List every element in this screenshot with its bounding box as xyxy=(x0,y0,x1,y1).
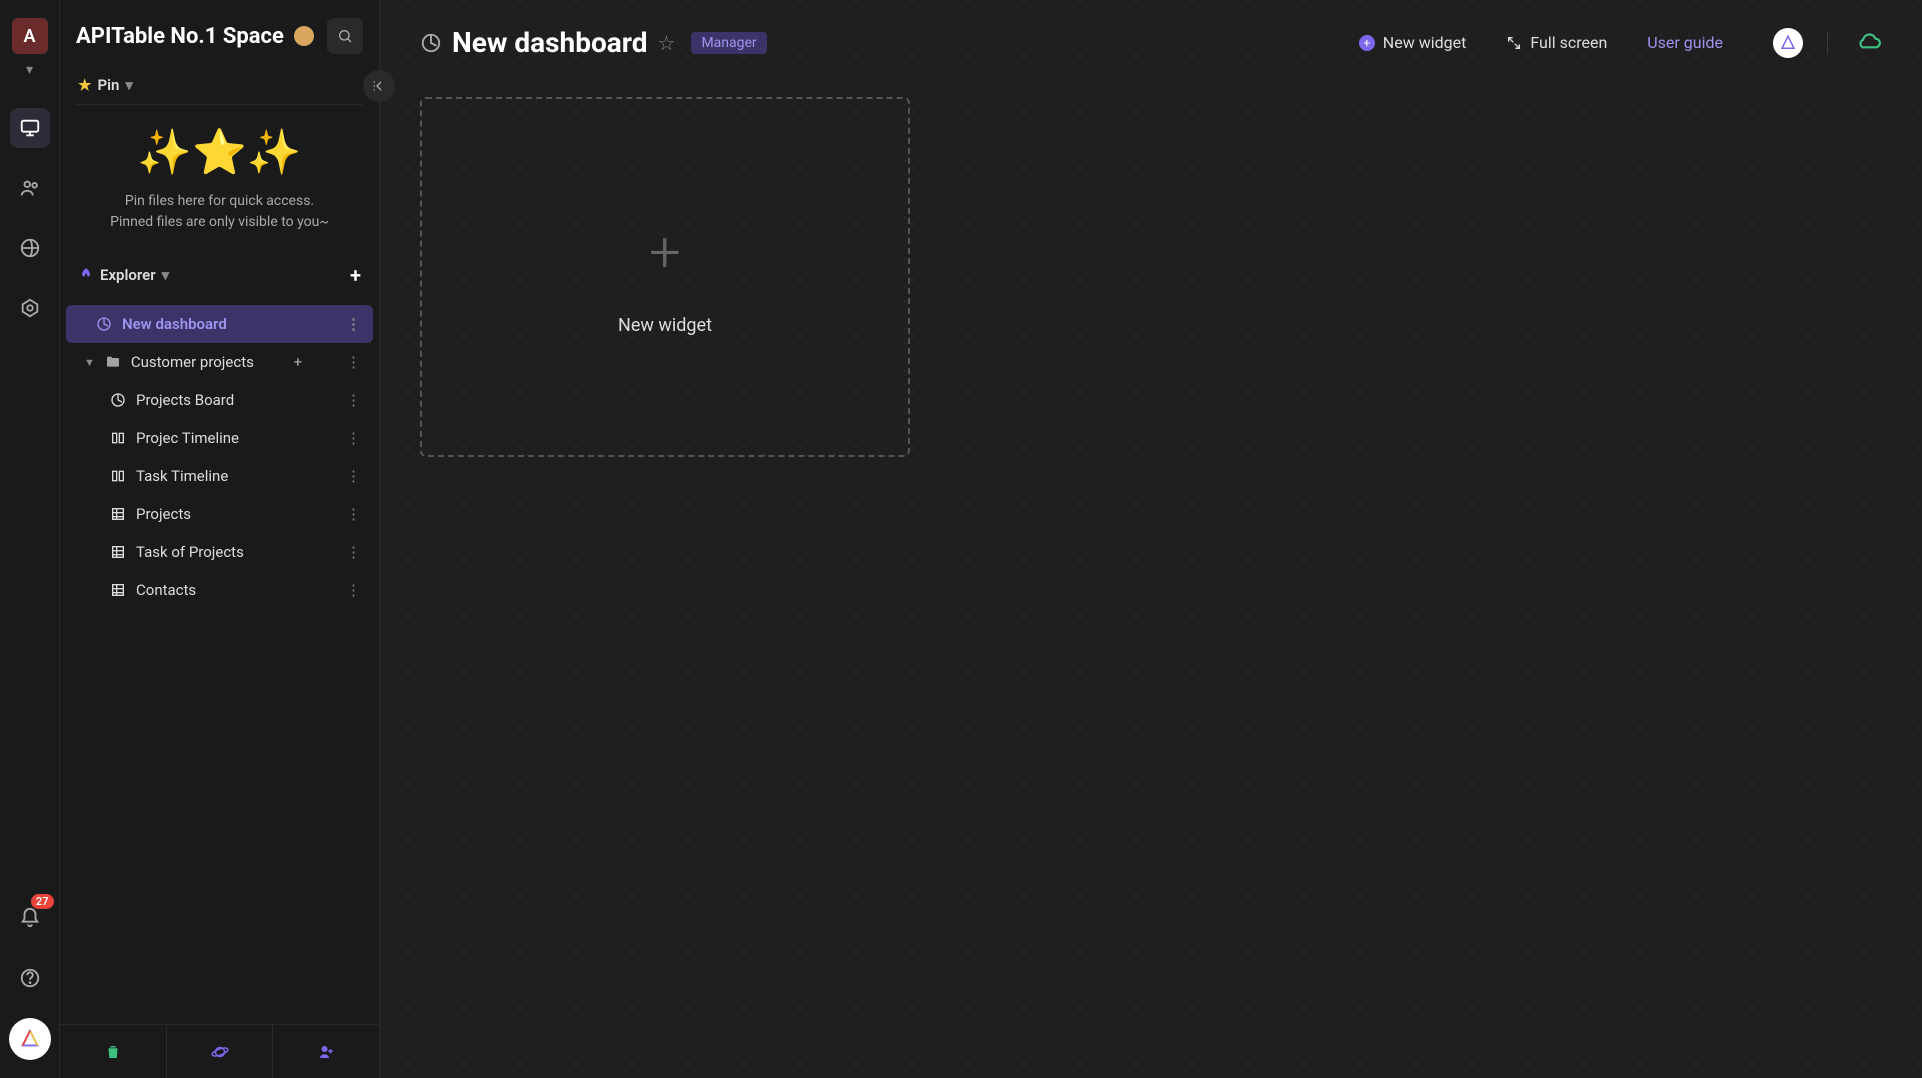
nav-settings-icon[interactable] xyxy=(10,288,50,328)
page-title[interactable]: New dashboard xyxy=(452,26,648,59)
file-tree: New dashboard ⋮ ▼ Customer projects + ⋮ … xyxy=(60,297,379,617)
pin-empty-line2: Pinned files are only visible to you~ xyxy=(80,212,359,233)
action-label: Full screen xyxy=(1530,33,1607,52)
expand-icon xyxy=(1506,35,1522,51)
invite-button[interactable] xyxy=(273,1025,379,1078)
dashboard-icon xyxy=(96,316,112,332)
explorer-section-header[interactable]: Explorer ▾ + xyxy=(60,253,379,297)
explorer-label: Explorer xyxy=(100,266,156,284)
more-icon[interactable]: ⋮ xyxy=(346,391,361,409)
nav-templates-icon[interactable] xyxy=(10,228,50,268)
plus-icon: + xyxy=(1359,35,1375,51)
planet-button[interactable] xyxy=(167,1025,274,1078)
plus-icon: + xyxy=(649,219,681,285)
tree-item-label: Contacts xyxy=(136,581,196,599)
fullscreen-button[interactable]: Full screen xyxy=(1506,33,1607,52)
main-area: New dashboard ☆ Manager + New widget Ful… xyxy=(380,0,1922,1078)
placeholder-label: New widget xyxy=(618,315,712,336)
pin-empty-line1: Pin files here for quick access. xyxy=(80,191,359,212)
favorite-star-icon[interactable]: ☆ xyxy=(658,31,676,55)
pin-label: Pin xyxy=(97,76,119,94)
tree-folder-customer-projects[interactable]: ▼ Customer projects + ⋮ xyxy=(66,343,373,381)
trash-button[interactable] xyxy=(60,1025,167,1078)
add-widget-placeholder[interactable]: + New widget xyxy=(420,97,910,457)
add-node-button[interactable]: + xyxy=(350,263,361,287)
more-icon[interactable]: ⋮ xyxy=(346,429,361,447)
notifications-button[interactable]: 27 xyxy=(10,898,50,938)
grid-icon xyxy=(110,582,126,598)
chevron-down-icon: ▼ xyxy=(84,356,95,369)
role-tag: Manager xyxy=(691,32,766,54)
nav-contacts-icon[interactable] xyxy=(10,168,50,208)
action-label: User guide xyxy=(1647,33,1723,52)
grid-icon xyxy=(110,506,126,522)
tree-item-new-dashboard[interactable]: New dashboard ⋮ xyxy=(66,305,373,343)
tree-item[interactable]: Task Timeline ⋮ xyxy=(66,457,373,495)
workspace-switch-chevron-icon[interactable]: ▾ xyxy=(26,62,33,78)
star-sparkle-icon: ✨⭐✨ xyxy=(80,119,359,185)
pin-empty-state: ✨⭐✨ Pin files here for quick access. Pin… xyxy=(60,105,379,253)
workspace-avatar[interactable]: A xyxy=(12,18,48,54)
app-rail: A ▾ 27 xyxy=(0,0,60,1078)
star-icon: ★ xyxy=(78,76,91,94)
timeline-icon xyxy=(110,430,126,446)
add-child-button[interactable]: + xyxy=(294,353,303,371)
folder-icon xyxy=(105,354,121,370)
workspace-plan-badge-icon xyxy=(294,26,314,46)
help-icon[interactable] xyxy=(10,958,50,998)
workspace-title: APITable No.1 Space xyxy=(76,24,284,49)
tree-item-label: Task of Projects xyxy=(136,543,244,561)
sidebar-footer xyxy=(60,1024,379,1078)
nav-workbench-icon[interactable] xyxy=(10,108,50,148)
more-icon[interactable]: ⋮ xyxy=(346,505,361,523)
sidebar: APITable No.1 Space ★ Pin ▾ ✨⭐✨ Pin file… xyxy=(60,0,380,1078)
timeline-icon xyxy=(110,468,126,484)
user-avatar[interactable] xyxy=(1773,28,1803,58)
more-icon[interactable]: ⋮ xyxy=(346,467,361,485)
dashboard-icon xyxy=(110,392,126,408)
collapse-sidebar-button[interactable] xyxy=(363,70,395,102)
rocket-icon xyxy=(78,267,94,283)
tree-item[interactable]: Contacts ⋮ xyxy=(66,571,373,609)
main-header: New dashboard ☆ Manager + New widget Ful… xyxy=(380,0,1922,77)
tree-item-label: Customer projects xyxy=(131,353,254,371)
new-widget-button[interactable]: + New widget xyxy=(1359,33,1467,52)
notification-badge: 27 xyxy=(31,894,54,909)
tree-item-label: New dashboard xyxy=(122,315,227,333)
tree-item[interactable]: Projects Board ⋮ xyxy=(66,381,373,419)
tree-item[interactable]: Projects ⋮ xyxy=(66,495,373,533)
pin-section-header[interactable]: ★ Pin ▾ xyxy=(60,66,379,104)
dashboard-canvas: + New widget xyxy=(380,77,1922,1078)
chevron-down-icon: ▾ xyxy=(162,266,170,284)
dashboard-icon xyxy=(420,32,442,54)
tree-item-label: Task Timeline xyxy=(136,467,228,485)
tree-item[interactable]: Task of Projects ⋮ xyxy=(66,533,373,571)
tree-item-label: Projects Board xyxy=(136,391,234,409)
search-button[interactable] xyxy=(327,18,363,54)
user-guide-link[interactable]: User guide xyxy=(1647,33,1723,52)
app-logo-icon[interactable] xyxy=(9,1018,51,1060)
divider xyxy=(1827,31,1828,55)
tree-item[interactable]: Projec Timeline ⋮ xyxy=(66,419,373,457)
more-icon[interactable]: ⋮ xyxy=(346,353,361,371)
action-label: New widget xyxy=(1383,33,1467,52)
cloud-sync-icon[interactable] xyxy=(1856,30,1882,56)
tree-item-label: Projects xyxy=(136,505,191,523)
more-icon[interactable]: ⋮ xyxy=(346,543,361,561)
tree-item-label: Projec Timeline xyxy=(136,429,239,447)
grid-icon xyxy=(110,544,126,560)
more-icon[interactable]: ⋮ xyxy=(346,315,361,333)
chevron-down-icon: ▾ xyxy=(125,76,133,94)
more-icon[interactable]: ⋮ xyxy=(346,581,361,599)
